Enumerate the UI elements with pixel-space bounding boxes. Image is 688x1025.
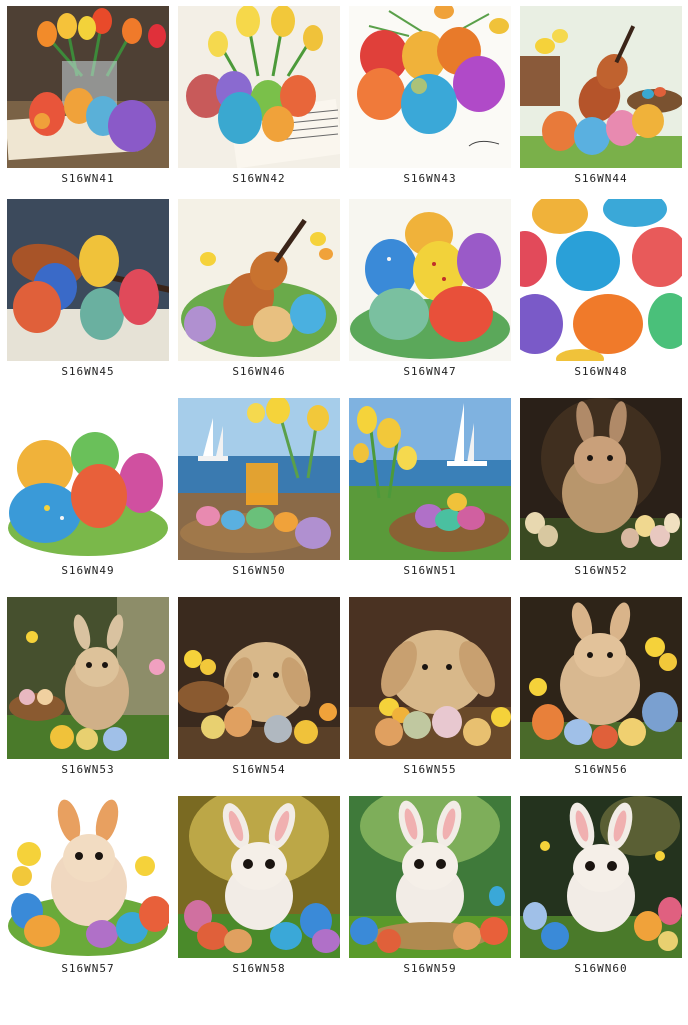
tile-label: S16WN41: [61, 172, 115, 185]
thumbnail-image[interactable]: [520, 199, 682, 361]
thumbnail-image[interactable]: [178, 6, 340, 168]
tile-label: S16WN42: [232, 172, 286, 185]
tile-label: S16WN49: [61, 564, 115, 577]
thumbnail-image[interactable]: [520, 6, 682, 168]
tile-s16wn55[interactable]: S16WN55: [349, 597, 519, 783]
tile-s16wn53[interactable]: S16WN53: [7, 597, 177, 783]
thumbnail-image[interactable]: [7, 398, 169, 560]
thumbnail-image[interactable]: [349, 398, 511, 560]
tile-label: S16WN53: [61, 763, 115, 776]
thumbnail-image[interactable]: [178, 398, 340, 560]
tile-s16wn51[interactable]: S16WN51: [349, 398, 519, 584]
tile-s16wn58[interactable]: S16WN58: [178, 796, 348, 982]
thumbnail-image[interactable]: [7, 199, 169, 361]
tile-s16wn45[interactable]: S16WN45: [7, 199, 177, 385]
thumbnail-image[interactable]: [520, 796, 682, 958]
tile-s16wn57[interactable]: S16WN57: [7, 796, 177, 982]
thumbnail-image[interactable]: [178, 796, 340, 958]
thumbnail-image[interactable]: [178, 199, 340, 361]
tile-label: S16WN58: [232, 962, 286, 975]
thumbnail-image[interactable]: [178, 597, 340, 759]
thumbnail-image[interactable]: [7, 796, 169, 958]
tile-s16wn49[interactable]: S16WN49: [7, 398, 177, 584]
tile-label: S16WN48: [574, 365, 628, 378]
tile-label: S16WN50: [232, 564, 286, 577]
tile-s16wn54[interactable]: S16WN54: [178, 597, 348, 783]
tile-s16wn43[interactable]: S16WN43: [349, 6, 519, 192]
thumbnail-image[interactable]: [7, 597, 169, 759]
tile-s16wn42[interactable]: S16WN42: [178, 6, 348, 192]
thumbnail-image[interactable]: [7, 6, 169, 168]
tile-label: S16WN59: [403, 962, 457, 975]
tile-label: S16WN44: [574, 172, 628, 185]
tile-s16wn50[interactable]: S16WN50: [178, 398, 348, 584]
tile-label: S16WN55: [403, 763, 457, 776]
thumbnail-image[interactable]: [349, 6, 511, 168]
tile-label: S16WN56: [574, 763, 628, 776]
tile-label: S16WN52: [574, 564, 628, 577]
tile-s16wn41[interactable]: S16WN41: [7, 6, 177, 192]
tile-s16wn52[interactable]: S16WN52: [520, 398, 688, 584]
tile-s16wn60[interactable]: S16WN60: [520, 796, 688, 982]
image-grid: S16WN41 S16WN42 S16WN43 S16WN44 S16WN45 …: [0, 0, 688, 1025]
tile-label: S16WN60: [574, 962, 628, 975]
tile-label: S16WN43: [403, 172, 457, 185]
thumbnail-image[interactable]: [349, 597, 511, 759]
thumbnail-image[interactable]: [520, 597, 682, 759]
tile-label: S16WN51: [403, 564, 457, 577]
tile-label: S16WN54: [232, 763, 286, 776]
tile-s16wn46[interactable]: S16WN46: [178, 199, 348, 385]
tile-s16wn48[interactable]: S16WN48: [520, 199, 688, 385]
tile-s16wn47[interactable]: S16WN47: [349, 199, 519, 385]
tile-label: S16WN57: [61, 962, 115, 975]
tile-s16wn59[interactable]: S16WN59: [349, 796, 519, 982]
tile-label: S16WN47: [403, 365, 457, 378]
tile-label: S16WN45: [61, 365, 115, 378]
thumbnail-image[interactable]: [520, 398, 682, 560]
tile-label: S16WN46: [232, 365, 286, 378]
thumbnail-image[interactable]: [349, 796, 511, 958]
tile-s16wn56[interactable]: S16WN56: [520, 597, 688, 783]
thumbnail-image[interactable]: [349, 199, 511, 361]
tile-s16wn44[interactable]: S16WN44: [520, 6, 688, 192]
